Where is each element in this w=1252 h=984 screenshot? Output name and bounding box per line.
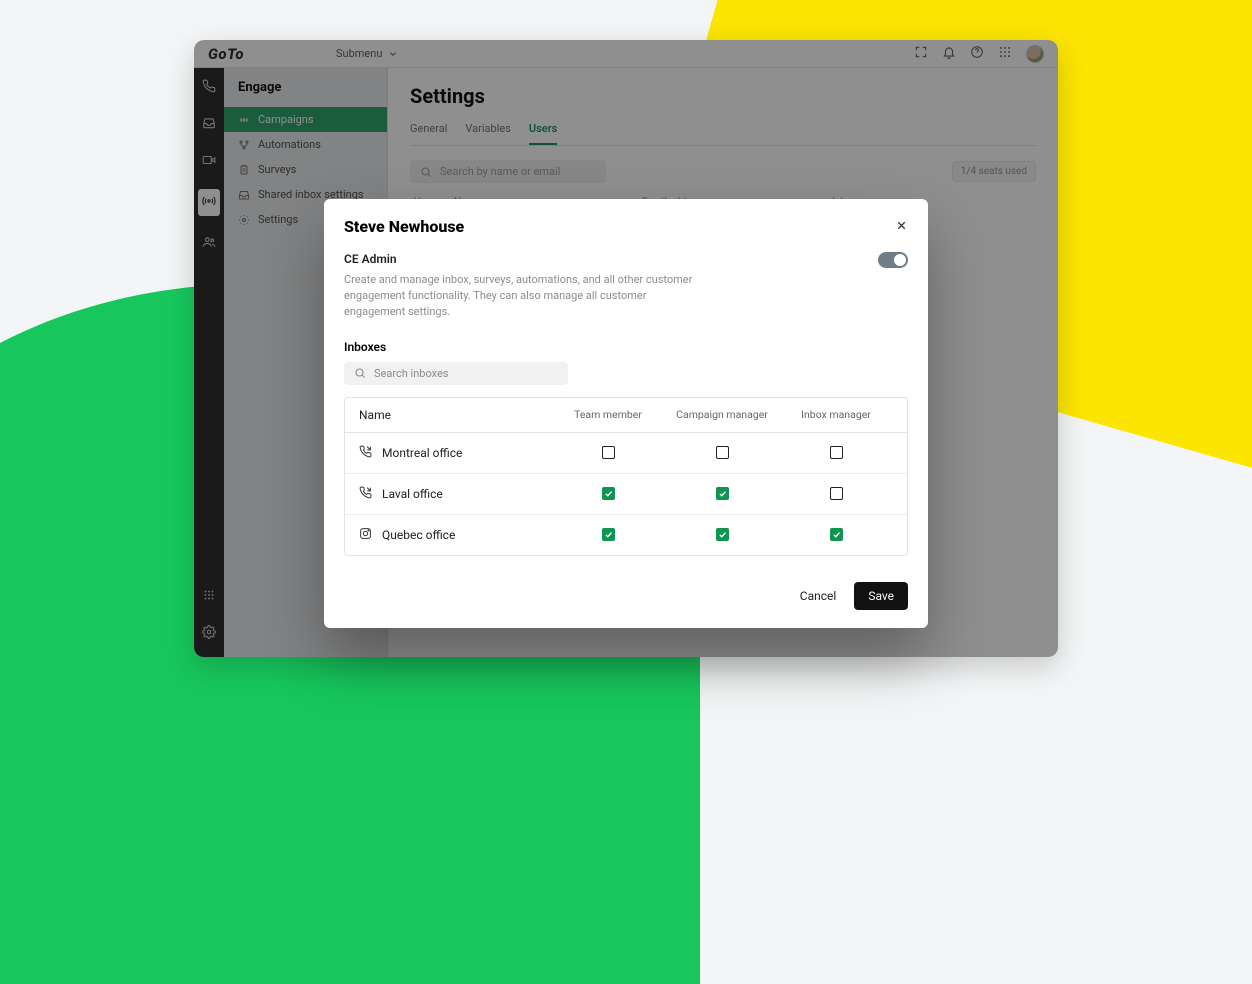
role-toggle[interactable] — [878, 252, 908, 268]
phone-in-icon — [359, 486, 372, 502]
checkbox[interactable] — [716, 446, 729, 459]
inbox-search-input[interactable]: Search inboxes — [344, 362, 568, 385]
checkbox[interactable] — [602, 487, 615, 500]
cancel-button[interactable]: Cancel — [800, 589, 837, 603]
inbox-grid: Name Team member Campaign manager Inbox … — [344, 397, 908, 556]
inbox-name: Quebec office — [382, 528, 455, 542]
inbox-row: Montreal office — [345, 433, 907, 474]
close-button[interactable] — [895, 217, 908, 236]
col-manager: Inbox manager — [779, 408, 893, 421]
col-campaign: Campaign manager — [665, 408, 779, 421]
instagram-icon — [359, 527, 372, 543]
modal-title: Steve Newhouse — [344, 217, 464, 236]
inbox-row: Quebec office — [345, 515, 907, 555]
inbox-row: Laval office — [345, 474, 907, 515]
phone-in-icon — [359, 445, 372, 461]
inbox-name: Laval office — [382, 487, 443, 501]
checkbox[interactable] — [602, 446, 615, 459]
close-icon — [895, 219, 908, 232]
user-modal: Steve Newhouse CE Admin Create and manag… — [324, 199, 928, 628]
role-description: Create and manage inbox, surveys, automa… — [344, 272, 704, 320]
checkbox[interactable] — [830, 487, 843, 500]
checkbox[interactable] — [602, 528, 615, 541]
checkbox[interactable] — [716, 487, 729, 500]
role-name: CE Admin — [344, 252, 704, 266]
checkbox[interactable] — [830, 528, 843, 541]
inbox-name: Montreal office — [382, 446, 462, 460]
col-name: Name — [359, 408, 551, 422]
inbox-search-placeholder: Search inboxes — [374, 367, 448, 380]
col-team: Team member — [551, 408, 665, 421]
inboxes-heading: Inboxes — [344, 340, 908, 354]
checkbox[interactable] — [716, 528, 729, 541]
checkbox[interactable] — [830, 446, 843, 459]
save-button[interactable]: Save — [854, 582, 908, 610]
search-icon — [354, 367, 366, 379]
